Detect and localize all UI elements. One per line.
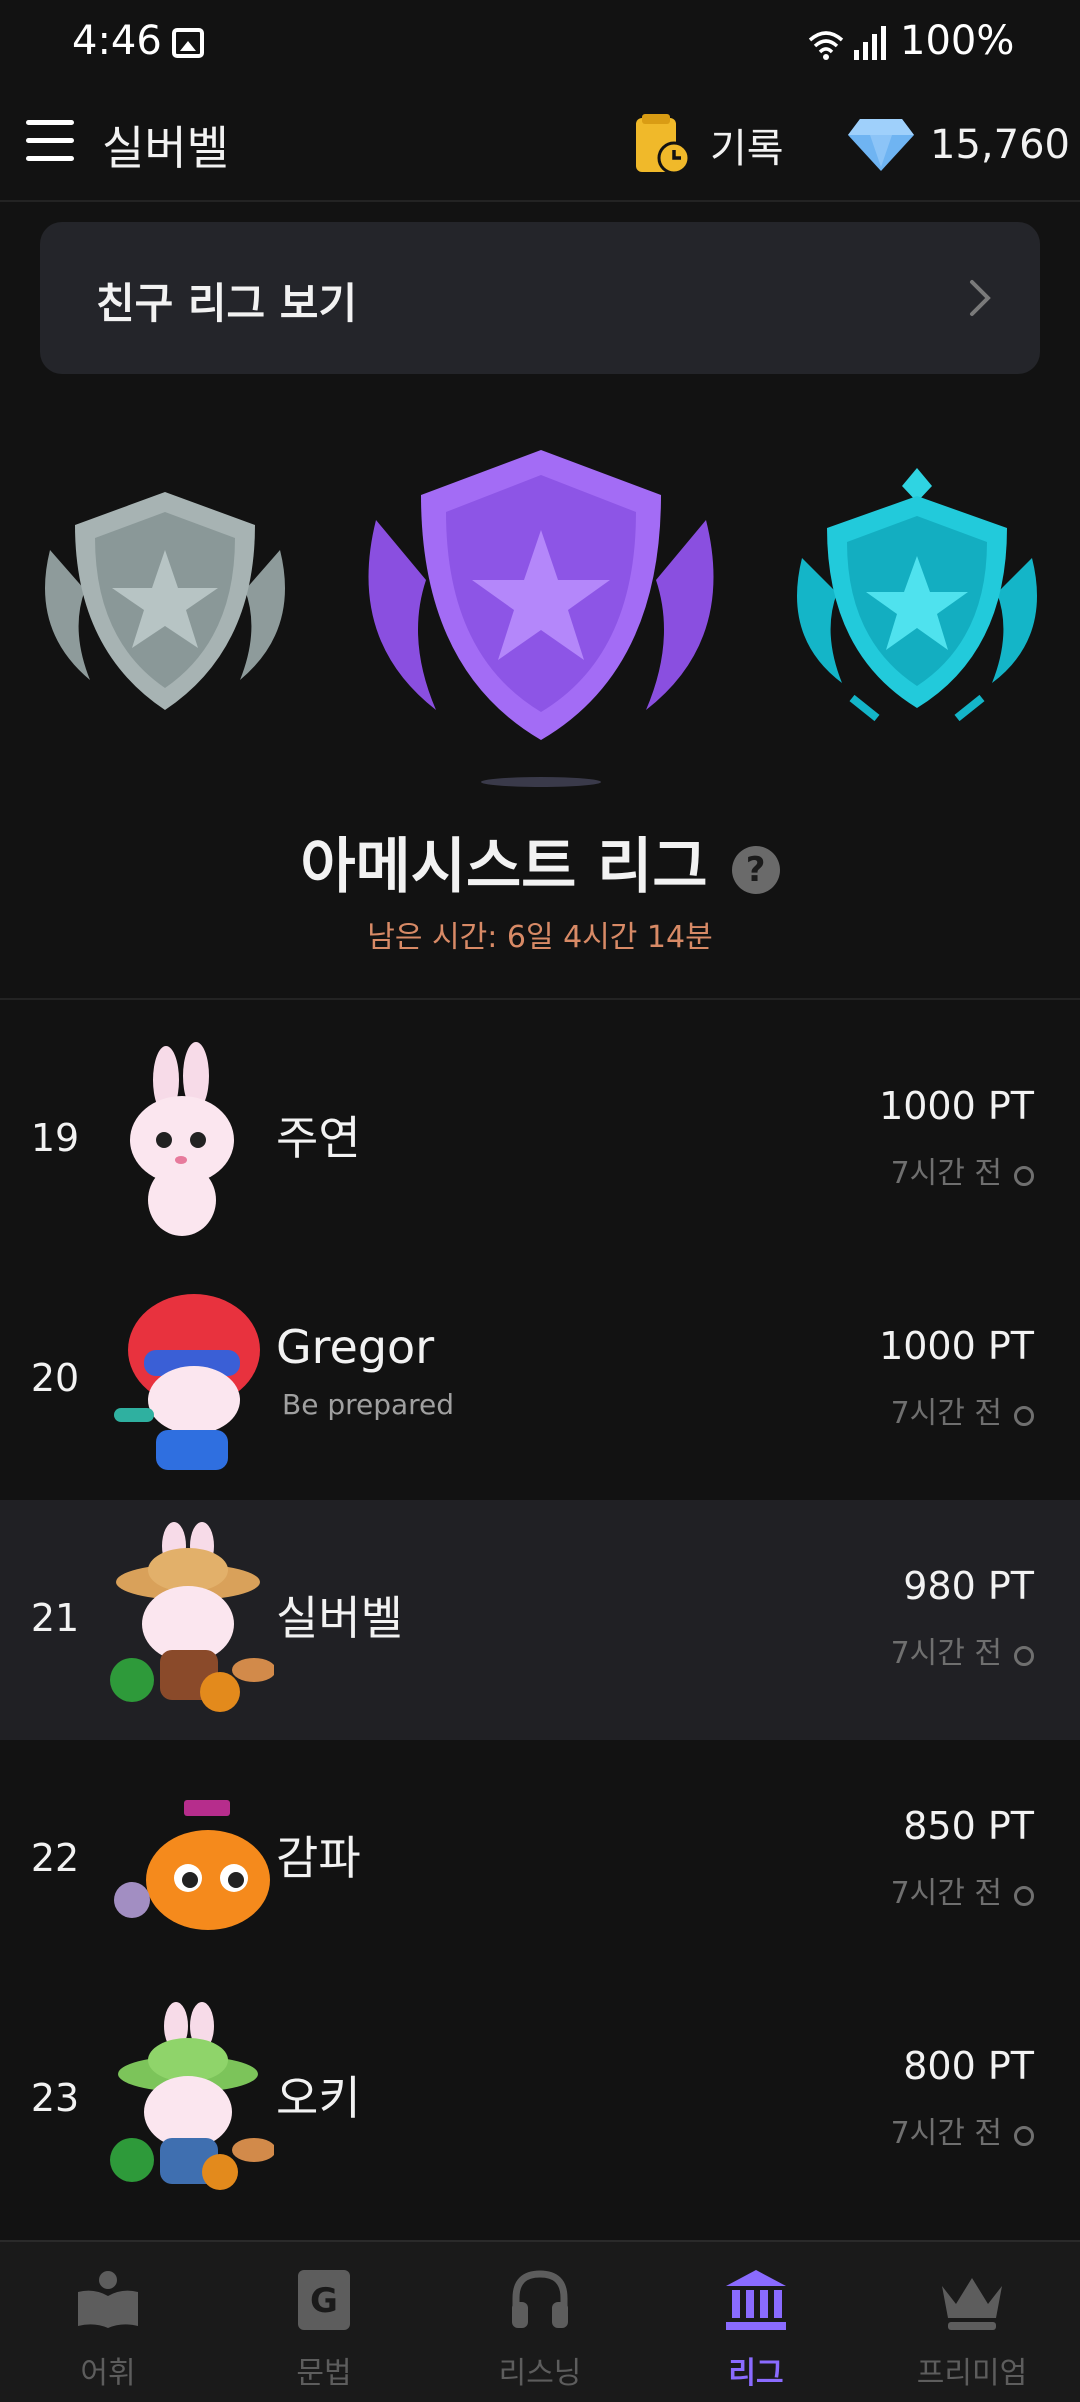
nav-listening[interactable]: 리스닝 [432, 2242, 648, 2402]
last-active-text: 7시간 전 [890, 1156, 1002, 1191]
nav-label: 리스닝 [498, 2356, 582, 2391]
league-badges [0, 420, 1080, 800]
chevron-right-icon [970, 280, 991, 316]
battery-percentage: 100% [900, 18, 1015, 64]
last-active: 7시간 전 [891, 1148, 1034, 1192]
nav-grammar[interactable]: G 문법 [216, 2242, 432, 2402]
user-status-message: Be prepared [282, 1388, 455, 1421]
user-points: 1000 PT [879, 1084, 1034, 1128]
last-active: 7시간 전 [891, 2108, 1034, 2152]
nav-label: 리그 [728, 2356, 784, 2391]
gem-count: 15,760 [930, 122, 1070, 168]
last-active-text: 7시간 전 [890, 1396, 1002, 1431]
ranking-row-current-user[interactable]: 21 실버벨 980 PT 7시간 전 [0, 1500, 1080, 1740]
bunny-farmer-avatar-icon [110, 1522, 274, 1712]
last-active-text: 7시간 전 [890, 2116, 1002, 2151]
bunny-helmet-avatar-icon [114, 1294, 260, 1470]
nav-label: 문법 [296, 2356, 352, 2391]
friend-league-button[interactable]: 친구 리그 보기 [40, 222, 1040, 374]
league-title-text: 아메시스트 리그 [300, 832, 708, 902]
bottom-navigation: 어휘 G 문법 리스닝 리그 프리미엄 [0, 2240, 1080, 2402]
aquamarine-league-badge-icon [797, 468, 1037, 722]
friend-league-label: 친구 리그 보기 [96, 279, 358, 328]
status-circle-icon [1014, 1166, 1034, 1186]
app-title: 실버벨 [102, 121, 229, 175]
ranking-row[interactable]: 23 오키 800 PT 7시간 전 [0, 1980, 1080, 2220]
amethyst-league-badge-icon [368, 450, 714, 787]
rank-number: 22 [30, 1836, 80, 1880]
crown-icon [942, 2278, 1002, 2330]
status-time: 4:46 [72, 18, 162, 64]
user-points: 1000 PT [879, 1324, 1034, 1368]
orange-blob-avatar-icon [114, 1800, 270, 1930]
ranking-row[interactable]: 22 감파 850 PT 7시간 전 [0, 1740, 1080, 1980]
record-label: 기록 [710, 126, 784, 172]
status-circle-icon [1014, 1646, 1034, 1666]
bunny-green-hat-avatar-icon [110, 2002, 274, 2190]
ranking-row[interactable]: 19 주연 1000 PT 7시간 전 [0, 1020, 1080, 1260]
headphones-icon [512, 2270, 568, 2328]
last-active: 7시간 전 [891, 1868, 1034, 1912]
user-points: 800 PT [903, 2044, 1034, 2088]
user-name: Gregor [276, 1320, 435, 1374]
record-button[interactable]: 기록 [634, 112, 784, 178]
last-active: 7시간 전 [891, 1628, 1034, 1672]
rank-number: 20 [30, 1356, 80, 1400]
nav-label: 어휘 [80, 2356, 136, 2391]
wifi-icon [808, 31, 844, 60]
status-circle-icon [1014, 2126, 1034, 2146]
signal-icon [854, 26, 886, 60]
nav-vocabulary[interactable]: 어휘 [0, 2242, 216, 2402]
book-icon [78, 2271, 138, 2328]
user-name: 주연 [276, 1111, 361, 1165]
status-bar: 4:46 100% [0, 0, 1080, 90]
time-remaining: 남은 시간: 6일 4시간 14분 [367, 920, 713, 955]
grammar-book-icon: G [298, 2270, 350, 2330]
rank-number: 21 [30, 1596, 80, 1640]
record-history-icon [636, 114, 691, 175]
status-circle-icon [1014, 1406, 1034, 1426]
svg-text:G: G [310, 2281, 338, 2321]
app-bar: 실버벨 기록 15,760 [0, 90, 1080, 202]
rank-number: 23 [30, 2076, 80, 2120]
menu-icon[interactable] [26, 120, 74, 162]
last-active-text: 7시간 전 [890, 1876, 1002, 1911]
bunny-avatar-icon [130, 1042, 234, 1236]
gem-balance[interactable]: 15,760 [846, 112, 1070, 178]
divider [0, 998, 1080, 1000]
user-name: 오키 [276, 2071, 361, 2125]
user-points: 850 PT [903, 1804, 1034, 1848]
user-name: 실버벨 [276, 1591, 403, 1645]
nav-premium[interactable]: 프리미엄 [864, 2242, 1080, 2402]
status-circle-icon [1014, 1886, 1034, 1906]
nav-league[interactable]: 리그 [648, 2242, 864, 2402]
user-name: 감파 [276, 1831, 361, 1885]
gallery-notification-icon [172, 28, 204, 58]
diamond-icon [848, 119, 914, 171]
silver-league-badge-icon [45, 492, 285, 710]
rank-number: 19 [30, 1116, 80, 1160]
ranking-row[interactable]: 20 Gregor Be prepared 1000 PT 7시간 전 [0, 1260, 1080, 1500]
last-active: 7시간 전 [891, 1388, 1034, 1432]
help-icon[interactable]: ? [731, 846, 780, 895]
league-title: 아메시스트 리그? [0, 818, 1080, 905]
last-active-text: 7시간 전 [890, 1636, 1002, 1671]
user-points: 980 PT [903, 1564, 1034, 1608]
nav-label: 프리미엄 [916, 2356, 1028, 2391]
league-building-icon [726, 2270, 786, 2330]
